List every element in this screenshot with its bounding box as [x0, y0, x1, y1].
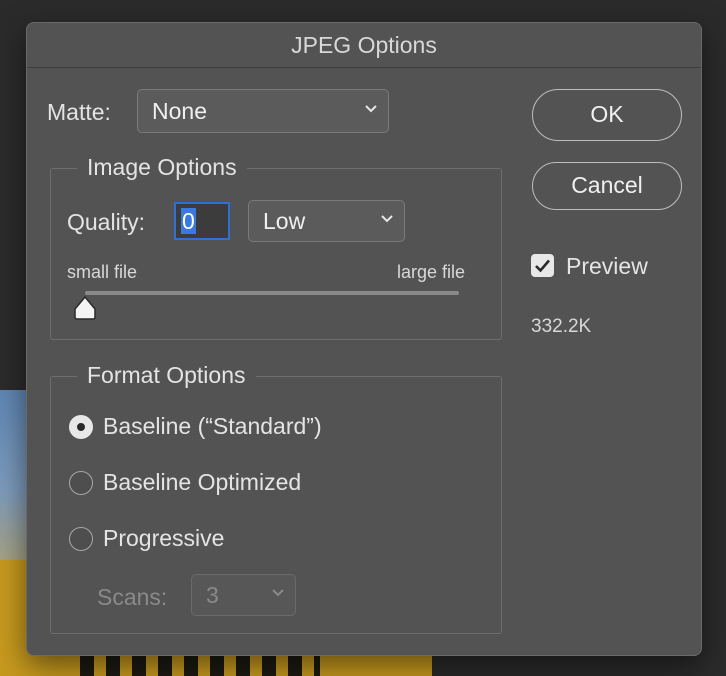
slider-min-label: small file [67, 262, 138, 282]
cancel-button[interactable]: Cancel [532, 162, 682, 210]
preview-checkbox[interactable] [531, 254, 554, 277]
quality-preset-select[interactable]: Low [248, 200, 405, 242]
scans-select-value: 3 [206, 582, 219, 608]
format-options-title: Format Options [77, 362, 256, 389]
checkmark-icon [535, 259, 550, 273]
matte-label: Matte: [47, 99, 111, 125]
quality-preset-value: Low [263, 208, 306, 234]
preview-label[interactable]: Preview [566, 253, 648, 280]
dialog-title: JPEG Options [27, 23, 701, 68]
image-options-title: Image Options [77, 154, 247, 181]
quality-input[interactable]: 0 [174, 202, 230, 240]
quality-slider-thumb[interactable] [72, 295, 98, 321]
radio-progressive-label[interactable]: Progressive [103, 525, 224, 552]
radio-baseline-optimized-label[interactable]: Baseline Optimized [103, 469, 301, 496]
slider-max-label: large file [397, 262, 466, 282]
matte-select-value: None [152, 98, 207, 124]
scans-select[interactable]: 3 [191, 574, 296, 616]
file-size-readout: 332.2K [531, 316, 592, 337]
quality-slider-track[interactable] [85, 291, 459, 295]
ok-button[interactable]: OK [532, 89, 682, 141]
chevron-down-icon [381, 215, 393, 223]
chevron-down-icon [365, 105, 377, 113]
scans-label: Scans: [97, 584, 168, 610]
radio-baseline-standard-label[interactable]: Baseline (“Standard”) [103, 413, 322, 440]
quality-label: Quality: [67, 209, 145, 235]
matte-select[interactable]: None [137, 89, 389, 133]
image-options-group [50, 168, 502, 340]
radio-baseline-standard[interactable] [69, 415, 93, 439]
radio-progressive[interactable] [69, 527, 93, 551]
radio-baseline-optimized[interactable] [69, 471, 93, 495]
quality-input-value: 0 [181, 208, 196, 234]
chevron-down-icon [272, 589, 284, 597]
jpeg-options-dialog: JPEG Options Matte: None Image Options Q… [26, 22, 702, 656]
